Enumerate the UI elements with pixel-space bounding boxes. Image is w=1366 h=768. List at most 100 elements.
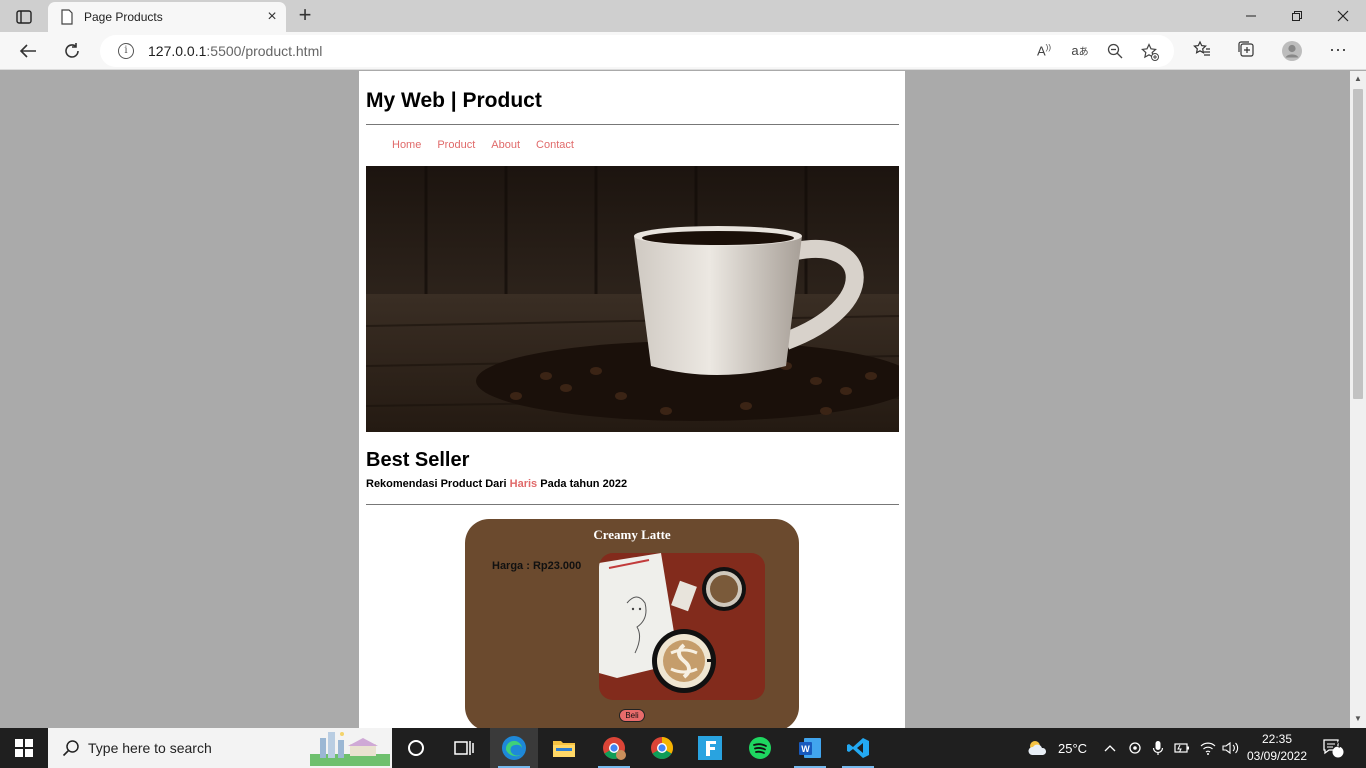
product-name: Creamy Latte xyxy=(593,527,671,542)
buy-button[interactable]: Beli xyxy=(619,709,645,722)
main-nav: Home Product About Contact xyxy=(392,139,590,151)
close-icon xyxy=(1337,10,1349,22)
scroll-up-arrow-icon[interactable]: ▲ xyxy=(1353,74,1363,84)
minimize-button[interactable] xyxy=(1228,0,1274,32)
cortana-icon xyxy=(408,740,424,756)
tab-actions-button[interactable] xyxy=(10,6,38,28)
favorites-button[interactable] xyxy=(1190,40,1214,62)
wifi-icon xyxy=(1200,742,1216,755)
avatar-icon xyxy=(1282,41,1302,61)
f-app-icon xyxy=(698,736,722,760)
taskbar-chrome-app[interactable] xyxy=(638,728,686,768)
restore-icon xyxy=(1292,11,1302,21)
taskbar-f-app[interactable] xyxy=(686,728,734,768)
page-scrollbar[interactable]: ▲ ▼ xyxy=(1350,71,1366,728)
clock-date: 03/09/2022 xyxy=(1246,749,1308,763)
tab-actions-icon xyxy=(16,10,32,24)
weather-widget[interactable]: 25°C xyxy=(1026,728,1087,768)
address-bar[interactable]: i 127.0.0.1:5500/product.html A)) aあ xyxy=(100,35,1174,67)
nav-link-about[interactable]: About xyxy=(491,139,520,151)
nav-link-product[interactable]: Product xyxy=(437,139,475,151)
product-card: Creamy Latte Harga : Rp23.000 Beli xyxy=(465,519,799,728)
word-icon: W xyxy=(799,738,821,758)
clock-time: 22:35 xyxy=(1261,732,1293,746)
zoom-icon-glyph xyxy=(1107,43,1123,59)
spotify-icon xyxy=(749,737,771,759)
star-plus-icon xyxy=(1141,43,1159,61)
start-button[interactable] xyxy=(0,728,48,768)
taskbar-chrome-profile-app[interactable] xyxy=(590,728,638,768)
product-image xyxy=(599,553,765,700)
collections-button[interactable] xyxy=(1234,40,1258,62)
taskbar-spotify-app[interactable] xyxy=(736,728,784,768)
windows-logo-icon xyxy=(15,739,33,757)
header-divider xyxy=(366,124,899,125)
site-info-icon[interactable]: i xyxy=(118,43,134,59)
taskbar-search-box[interactable]: Type here to search xyxy=(48,728,392,768)
page-favicon-icon xyxy=(61,9,73,25)
page-container: My Web | Product Home Product About Cont… xyxy=(359,71,905,728)
best-seller-subtitle: Rekomendasi Product Dari Haris Pada tahu… xyxy=(366,478,627,490)
microphone-icon xyxy=(1152,741,1164,755)
url-text[interactable]: 127.0.0.1:5500/product.html xyxy=(148,43,322,59)
task-view-cortana-button[interactable] xyxy=(392,728,440,768)
nav-link-home[interactable]: Home xyxy=(392,139,421,151)
temperature-text: 25°C xyxy=(1058,740,1088,756)
speaker-icon xyxy=(1222,741,1239,755)
minimize-icon xyxy=(1246,15,1256,17)
tab-close-button[interactable]: × xyxy=(258,8,286,26)
url-path: :5500/product.html xyxy=(206,43,323,59)
coffee-cup-illustration xyxy=(366,166,899,432)
browser-tab-bar: Page Products × + xyxy=(0,0,1366,32)
tray-battery-icon[interactable] xyxy=(1174,728,1190,768)
collections-icon xyxy=(1238,41,1254,57)
zoom-out-icon[interactable] xyxy=(1105,43,1125,61)
tray-microphone-icon[interactable] xyxy=(1152,728,1164,768)
restore-button[interactable] xyxy=(1274,0,1320,32)
scroll-down-arrow-icon[interactable]: ▼ xyxy=(1353,714,1363,724)
translate-icon[interactable]: aあ xyxy=(1070,43,1090,61)
nav-link-contact[interactable]: Contact xyxy=(536,139,574,151)
refresh-icon xyxy=(65,43,79,58)
folder-icon xyxy=(553,741,575,757)
hero-coffee-image xyxy=(366,166,899,432)
tray-meet-now-icon[interactable] xyxy=(1128,728,1142,768)
scrollbar-thumb[interactable] xyxy=(1353,89,1363,399)
chrome-icon xyxy=(651,737,673,759)
search-placeholder: Type here to search xyxy=(88,740,212,756)
url-host: 127.0.0.1 xyxy=(148,43,207,59)
battery-plug-icon xyxy=(1174,743,1189,753)
search-highlight-skyline-icon xyxy=(310,732,390,766)
close-window-button[interactable] xyxy=(1320,0,1366,32)
tray-wifi-icon[interactable] xyxy=(1200,728,1216,768)
taskbar-edge-app[interactable] xyxy=(490,728,538,768)
subtitle-prefix: Rekomendasi Product Dari xyxy=(366,478,510,490)
tray-chevron-up-icon[interactable] xyxy=(1104,728,1116,768)
chrome-icon xyxy=(603,737,626,760)
taskbar-vscode-app[interactable] xyxy=(834,728,882,768)
vscode-icon xyxy=(847,738,869,758)
browser-tab-active[interactable]: Page Products × xyxy=(48,2,286,32)
new-tab-button[interactable]: + xyxy=(292,4,318,28)
back-arrow-icon xyxy=(19,44,36,58)
taskbar-file-explorer-app[interactable] xyxy=(540,728,588,768)
site-title: My Web | Product xyxy=(366,89,542,112)
settings-more-button[interactable]: ··· xyxy=(1326,40,1350,62)
chevron-up-icon xyxy=(1104,745,1116,752)
refresh-button[interactable] xyxy=(58,38,86,64)
browser-toolbar: i 127.0.0.1:5500/product.html A)) aあ ··· xyxy=(0,32,1366,70)
notification-count: 4 xyxy=(1335,740,1341,751)
taskbar-word-app[interactable]: W xyxy=(786,728,834,768)
profile-button[interactable] xyxy=(1280,40,1304,62)
task-view-button[interactable] xyxy=(440,728,488,768)
back-button[interactable] xyxy=(14,38,42,64)
taskbar-clock[interactable]: 22:35 03/09/2022 xyxy=(1242,731,1312,765)
best-seller-heading: Best Seller xyxy=(366,449,470,471)
page-viewport: My Web | Product Home Product About Cont… xyxy=(0,71,1350,728)
favorites-icon xyxy=(1193,40,1210,56)
product-price: Harga : Rp23.000 xyxy=(492,560,582,572)
add-favorite-icon[interactable] xyxy=(1140,43,1160,61)
tray-volume-icon[interactable] xyxy=(1222,728,1240,768)
read-aloud-icon[interactable]: A)) xyxy=(1034,43,1054,61)
notification-center-button[interactable]: 4 xyxy=(1322,728,1344,768)
